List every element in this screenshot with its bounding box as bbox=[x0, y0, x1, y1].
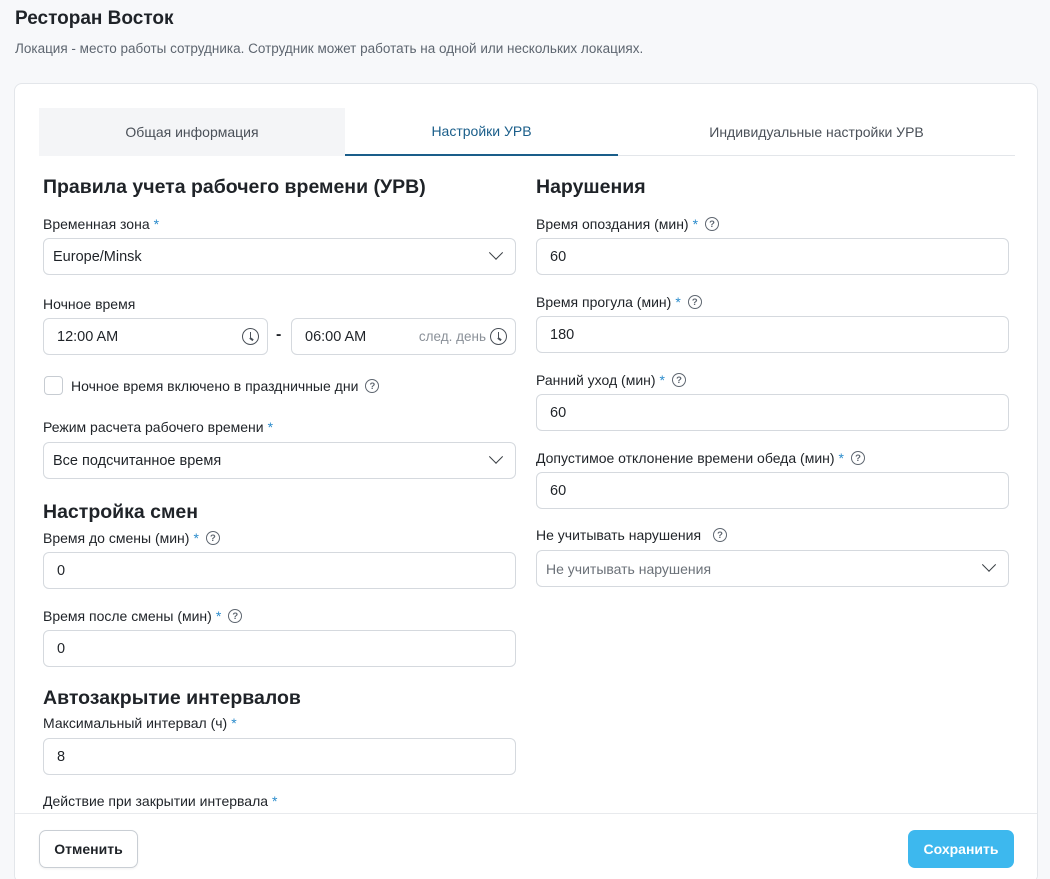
max-interval-label-text: Максимальный интервал (ч) bbox=[43, 715, 228, 731]
holiday-night-label: Ночное время включено в праздничные дни … bbox=[71, 378, 380, 394]
help-icon[interactable]: ? bbox=[851, 451, 865, 465]
max-interval-input[interactable]: 8 bbox=[43, 738, 516, 775]
page-title: Ресторан Восток bbox=[15, 8, 174, 29]
lunch-deviation-label: Допустимое отклонение времени обеда (мин… bbox=[536, 450, 865, 466]
required-mark: * bbox=[675, 294, 681, 310]
help-icon[interactable]: ? bbox=[228, 609, 243, 623]
clock-icon[interactable] bbox=[490, 328, 507, 345]
night-start-input[interactable]: 12:00 AM bbox=[43, 318, 268, 355]
night-time-label: Ночное время bbox=[43, 296, 136, 312]
timezone-select[interactable]: Europe/Minsk bbox=[43, 238, 516, 275]
late-label-text: Время опоздания (мин) bbox=[536, 216, 689, 232]
required-mark: * bbox=[153, 216, 160, 232]
violations-section-title: Нарушения bbox=[536, 176, 646, 198]
before-shift-value: 0 bbox=[57, 562, 66, 579]
max-interval-value: 8 bbox=[57, 748, 66, 765]
help-icon[interactable]: ? bbox=[705, 217, 720, 231]
required-mark: * bbox=[272, 793, 278, 809]
chevron-down-icon bbox=[488, 245, 504, 260]
chevron-down-icon bbox=[981, 557, 997, 572]
early-leave-value: 60 bbox=[550, 404, 567, 421]
autoclose-section-title: Автозакрытие интервалов bbox=[43, 687, 301, 709]
timezone-value: Europe/Minsk bbox=[53, 248, 142, 265]
after-shift-input[interactable]: 0 bbox=[43, 630, 516, 667]
absence-input[interactable]: 180 bbox=[536, 316, 1009, 353]
required-mark: * bbox=[193, 530, 199, 546]
timezone-label: Временная зона * bbox=[43, 216, 159, 232]
lunch-deviation-label-text: Допустимое отклонение времени обеда (мин… bbox=[536, 450, 835, 466]
shifts-section-title: Настройка смен bbox=[43, 501, 199, 523]
next-day-hint: след. день bbox=[418, 329, 486, 344]
required-mark: * bbox=[838, 450, 844, 466]
after-shift-value: 0 bbox=[57, 640, 66, 657]
required-mark: * bbox=[659, 372, 665, 388]
help-icon[interactable]: ? bbox=[687, 295, 702, 309]
range-dash: - bbox=[276, 326, 282, 343]
help-icon[interactable]: ? bbox=[365, 379, 380, 393]
max-interval-label: Максимальный интервал (ч) * bbox=[43, 715, 237, 731]
required-mark: * bbox=[215, 608, 222, 624]
form-footer: Отменить Сохранить bbox=[15, 813, 1037, 879]
absence-label-text: Время прогула (мин) bbox=[536, 294, 672, 310]
tab-individual-settings[interactable]: Индивидуальные настройки УРВ bbox=[618, 108, 1015, 156]
before-shift-label-text: Время до смены (мин) bbox=[43, 530, 190, 546]
calc-mode-label-text: Режим расчета рабочего времени bbox=[43, 419, 264, 435]
absence-value: 180 bbox=[550, 326, 575, 343]
required-mark: * bbox=[231, 715, 237, 731]
tab-general-info[interactable]: Общая информация bbox=[39, 108, 345, 156]
ignore-violations-select[interactable]: Не учитывать нарушения bbox=[536, 550, 1009, 587]
late-input[interactable]: 60 bbox=[536, 238, 1009, 275]
required-mark: * bbox=[267, 419, 274, 435]
ignore-violations-label: Не учитывать нарушения ? bbox=[536, 527, 728, 543]
night-start-value: 12:00 AM bbox=[57, 328, 119, 345]
tab-bar: Общая информация Настройки УРВ Индивидуа… bbox=[39, 108, 1015, 156]
ignore-violations-label-text: Не учитывать нарушения bbox=[536, 527, 702, 543]
late-label: Время опоздания (мин) * ? bbox=[536, 216, 720, 232]
close-action-label-text: Действие при закрытии интервала bbox=[43, 793, 269, 809]
help-icon[interactable]: ? bbox=[672, 373, 686, 387]
close-action-label: Действие при закрытии интервала * bbox=[43, 793, 278, 809]
cancel-button[interactable]: Отменить bbox=[39, 830, 138, 868]
late-value: 60 bbox=[550, 248, 567, 265]
help-icon[interactable]: ? bbox=[713, 528, 728, 542]
early-leave-label: Ранний уход (мин) * ? bbox=[536, 372, 686, 388]
holiday-night-label-text: Ночное время включено в праздничные дни bbox=[71, 378, 359, 394]
lunch-deviation-value: 60 bbox=[550, 482, 567, 499]
calc-mode-label: Режим расчета рабочего времени * bbox=[43, 419, 273, 435]
rules-section-title: Правила учета рабочего времени (УРВ) bbox=[43, 176, 426, 198]
chevron-down-icon bbox=[488, 449, 504, 464]
clock-icon[interactable] bbox=[242, 328, 259, 345]
required-mark: * bbox=[692, 216, 699, 232]
night-end-input[interactable]: 06:00 AM след. день bbox=[291, 318, 516, 355]
absence-label: Время прогула (мин) * ? bbox=[536, 294, 702, 310]
after-shift-label: Время после смены (мин) * ? bbox=[43, 608, 243, 624]
calc-mode-value: Все подсчитанное время bbox=[53, 452, 222, 469]
calc-mode-select[interactable]: Все подсчитанное время bbox=[43, 442, 516, 479]
early-leave-label-text: Ранний уход (мин) bbox=[536, 372, 656, 388]
holiday-night-checkbox[interactable] bbox=[44, 376, 63, 395]
before-shift-input[interactable]: 0 bbox=[43, 552, 516, 589]
tab-time-tracking-settings[interactable]: Настройки УРВ bbox=[345, 108, 618, 156]
before-shift-label: Время до смены (мин) * ? bbox=[43, 530, 220, 546]
save-button[interactable]: Сохранить bbox=[908, 830, 1014, 868]
ignore-violations-placeholder: Не учитывать нарушения bbox=[546, 560, 712, 577]
help-icon[interactable]: ? bbox=[205, 531, 220, 545]
early-leave-input[interactable]: 60 bbox=[536, 394, 1009, 431]
page-subtitle: Локация - место работы сотрудника. Сотру… bbox=[15, 41, 644, 56]
after-shift-label-text: Время после смены (мин) bbox=[43, 608, 212, 624]
settings-card: Общая информация Настройки УРВ Индивидуа… bbox=[14, 83, 1038, 879]
timezone-label-text: Временная зона bbox=[43, 216, 150, 232]
lunch-deviation-input[interactable]: 60 bbox=[536, 472, 1009, 509]
night-end-value: 06:00 AM bbox=[305, 328, 367, 345]
